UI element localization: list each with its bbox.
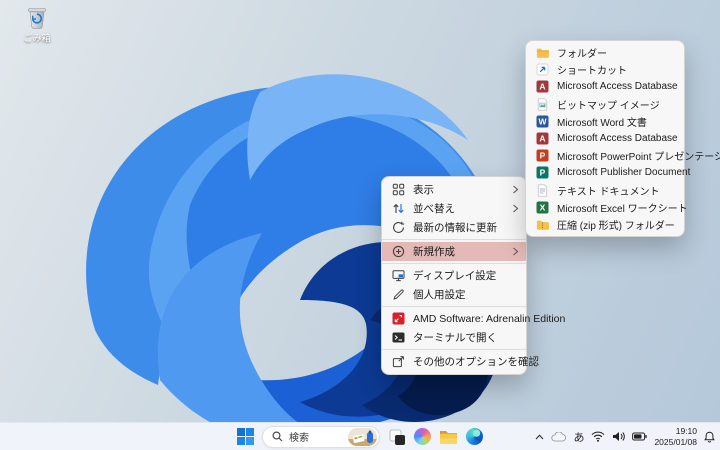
- excel-icon: X: [536, 201, 549, 214]
- menu-separator: [382, 239, 526, 240]
- word-icon: W: [536, 115, 549, 128]
- menu-item-refresh[interactable]: 最新の情報に更新: [382, 218, 526, 237]
- submenu-item-shortcut[interactable]: ショートカット: [526, 61, 684, 78]
- publisher-icon: P: [536, 166, 549, 179]
- submenu-item-access-database-2[interactable]: A Microsoft Access Database: [526, 130, 684, 147]
- taskbar-center-group: 検索: [237, 423, 483, 450]
- wifi-button[interactable]: [591, 431, 605, 442]
- copilot-button[interactable]: [414, 428, 431, 445]
- submenu-item-folder[interactable]: フォルダー: [526, 44, 684, 61]
- edge-button[interactable]: [466, 428, 483, 445]
- personalize-icon: [392, 288, 405, 301]
- speaker-icon: [612, 431, 625, 442]
- search-icon: [272, 431, 283, 442]
- taskbar-clock[interactable]: 19:10 2025/01/08: [654, 426, 697, 446]
- svg-text:A: A: [539, 134, 545, 144]
- text-document-icon: [536, 184, 549, 197]
- recycle-bin-glyph: [24, 3, 50, 30]
- task-view-icon: [388, 428, 406, 446]
- menu-item-personalize[interactable]: 個人用設定: [382, 285, 526, 304]
- bell-icon: [704, 431, 715, 443]
- menu-item-amd-software[interactable]: AMD Software: Adrenalin Edition: [382, 309, 526, 328]
- notifications-button[interactable]: [704, 431, 715, 443]
- submenu-item-excel-worksheet[interactable]: X Microsoft Excel ワークシート: [526, 199, 684, 216]
- menu-separator: [382, 263, 526, 264]
- amd-icon: [392, 312, 405, 325]
- windows-logo-icon: [237, 428, 254, 445]
- cloud-icon: [551, 432, 566, 442]
- access-icon: A: [536, 80, 549, 93]
- more-options-icon: [392, 355, 405, 368]
- svg-text:X: X: [540, 202, 546, 212]
- submenu-item-bitmap-image[interactable]: ビットマップ イメージ: [526, 96, 684, 113]
- taskbar-tray: あ 19:10 2025/01/08: [535, 423, 715, 450]
- menu-item-new[interactable]: 新規作成: [382, 242, 526, 261]
- refresh-icon: [392, 221, 405, 234]
- menu-item-display-settings[interactable]: ディスプレイ設定: [382, 266, 526, 285]
- submenu-item-powerpoint[interactable]: P Microsoft PowerPoint プレゼンテーション: [526, 147, 684, 164]
- menu-item-show-more-options[interactable]: その他のオプションを確認: [382, 352, 526, 371]
- chevron-right-icon: [512, 185, 519, 194]
- svg-text:P: P: [540, 168, 546, 178]
- submenu-item-word-document[interactable]: W Microsoft Word 文書: [526, 113, 684, 130]
- ime-indicator[interactable]: あ: [573, 429, 584, 445]
- search-label: 検索: [289, 429, 309, 444]
- chevron-right-icon: [512, 204, 519, 213]
- clock-time: 19:10: [654, 426, 697, 436]
- battery-icon: [632, 432, 647, 441]
- submenu-item-access-database[interactable]: A Microsoft Access Database: [526, 78, 684, 95]
- wifi-icon: [591, 431, 605, 442]
- svg-text:W: W: [538, 116, 547, 126]
- new-submenu: フォルダー ショートカット A Microsoft Access Databas…: [525, 40, 685, 237]
- task-view-button[interactable]: [388, 428, 406, 446]
- svg-text:P: P: [540, 151, 546, 161]
- search-highlight-image[interactable]: [348, 428, 377, 446]
- hidden-icons-button[interactable]: [535, 434, 544, 440]
- menu-separator: [382, 306, 526, 307]
- display-settings-icon: [392, 269, 405, 282]
- menu-item-open-in-terminal[interactable]: ターミナルで開く: [382, 328, 526, 347]
- volume-button[interactable]: [612, 431, 625, 442]
- sort-icon: [392, 202, 405, 215]
- start-button[interactable]: [237, 428, 254, 445]
- folder-icon: [536, 46, 549, 59]
- taskbar: 検索: [0, 422, 720, 450]
- svg-text:A: A: [539, 82, 545, 92]
- zip-folder-icon: [536, 218, 549, 231]
- recycle-bin-icon[interactable]: ごみ箱: [15, 3, 59, 44]
- menu-separator: [382, 349, 526, 350]
- menu-item-sort-by[interactable]: 並べ替え: [382, 199, 526, 218]
- access-icon: A: [536, 132, 549, 145]
- submenu-item-zip-folder[interactable]: 圧縮 (zip 形式) フォルダー: [526, 216, 684, 233]
- terminal-icon: [392, 331, 405, 344]
- chevron-up-icon: [535, 434, 544, 440]
- new-plus-icon: [392, 245, 405, 258]
- powerpoint-icon: P: [536, 149, 549, 162]
- bitmap-image-icon: [536, 98, 549, 111]
- desktop-context-menu: 表示 並べ替え 最新の情報に更新 新規作成 ディスプレイ設定 個人用設定: [381, 176, 527, 375]
- file-explorer-icon: [439, 429, 458, 445]
- recycle-bin-label: ごみ箱: [23, 31, 50, 44]
- submenu-item-publisher[interactable]: P Microsoft Publisher Document: [526, 164, 684, 181]
- clock-date: 2025/01/08: [654, 437, 697, 447]
- file-explorer-button[interactable]: [439, 429, 458, 445]
- desktop: ごみ箱 フォルダー ショートカット A Microsoft Access Dat…: [0, 0, 720, 450]
- submenu-item-text-document[interactable]: テキスト ドキュメント: [526, 182, 684, 199]
- onedrive-button[interactable]: [551, 432, 566, 442]
- edge-icon: [466, 428, 483, 445]
- shortcut-icon: [536, 63, 549, 76]
- battery-button[interactable]: [632, 432, 647, 441]
- view-icon: [392, 183, 405, 196]
- copilot-icon: [414, 428, 431, 445]
- chevron-right-icon: [512, 247, 519, 256]
- menu-item-view[interactable]: 表示: [382, 180, 526, 199]
- search-box[interactable]: 検索: [262, 426, 380, 448]
